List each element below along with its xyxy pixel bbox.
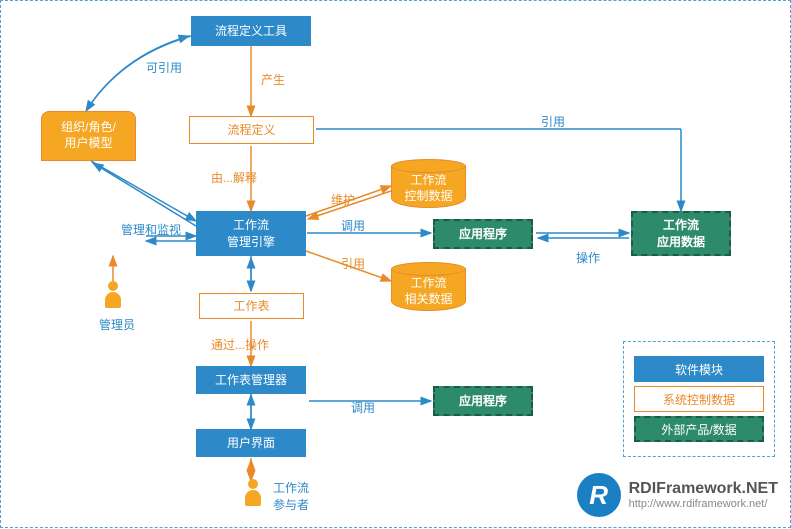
node-org-model: 组织/角色/ 用户模型: [41, 111, 136, 161]
lbl-call: 调用: [341, 217, 365, 234]
watermark-brand: RDIFramework.NET: [629, 480, 778, 498]
actor-participant-label: 工作流 参与者: [273, 479, 309, 513]
node-rel-data: 工作流 相关数据: [391, 269, 466, 311]
node-engine: 工作流 管理引擎: [196, 211, 306, 256]
legend-software: 软件模块: [634, 356, 764, 382]
diagram-canvas: 流程定义工具 组织/角色/ 用户模型 流程定义 工作流 管理引擎 工作表 工作表…: [0, 0, 791, 528]
node-ctrl-data: 工作流 控制数据: [391, 166, 466, 208]
watermark-logo: R: [577, 473, 621, 517]
node-ui: 用户界面: [196, 429, 306, 457]
node-app-data: 工作流 应用数据: [631, 211, 731, 256]
lbl-quote: 引用: [541, 113, 565, 130]
text: 工作表管理器: [215, 372, 287, 389]
text: 用户界面: [227, 435, 275, 452]
lbl-interpret: 由...解释: [211, 169, 257, 186]
actor-admin-icon: [101, 281, 125, 308]
actor-admin-label: 管理员: [99, 316, 135, 333]
lbl-call2: 调用: [351, 399, 375, 416]
text: 工作流 控制数据: [404, 173, 452, 204]
node-process-def: 流程定义: [189, 116, 314, 144]
text: 应用程序: [459, 226, 507, 243]
text: 应用程序: [459, 393, 507, 410]
text: 工作流 相关数据: [404, 276, 452, 307]
text: 工作流 应用数据: [657, 217, 705, 251]
lbl-produce: 产生: [261, 71, 285, 88]
lbl-maintain: 维护: [331, 191, 355, 208]
lbl-monitor: 管理和监视: [121, 221, 181, 238]
node-app1: 应用程序: [433, 219, 533, 249]
text: 工作表: [233, 298, 269, 315]
text: 流程定义工具: [215, 23, 287, 40]
lbl-operate: 操作: [576, 249, 600, 266]
text: 工作流 管理引擎: [227, 217, 275, 251]
text: 组织/角色/ 用户模型: [61, 120, 116, 151]
lbl-can-ref: 可引用: [146, 59, 182, 76]
watermark: R RDIFramework.NET http://www.rdiframewo…: [577, 473, 778, 517]
text: 流程定义: [227, 122, 275, 139]
legend: 软件模块 系统控制数据 外部产品/数据: [623, 341, 775, 457]
legend-sysctrl: 系统控制数据: [634, 386, 764, 412]
node-ws-manager: 工作表管理器: [196, 366, 306, 394]
legend-extprod: 外部产品/数据: [634, 416, 764, 442]
node-process-def-tool: 流程定义工具: [191, 16, 311, 46]
node-worksheet: 工作表: [199, 293, 304, 319]
lbl-ref: 引用: [341, 255, 365, 272]
watermark-url: http://www.rdiframework.net/: [629, 498, 778, 510]
actor-participant-icon: [241, 479, 265, 506]
lbl-operate-via: 通过...操作: [211, 336, 269, 353]
node-app2: 应用程序: [433, 386, 533, 416]
